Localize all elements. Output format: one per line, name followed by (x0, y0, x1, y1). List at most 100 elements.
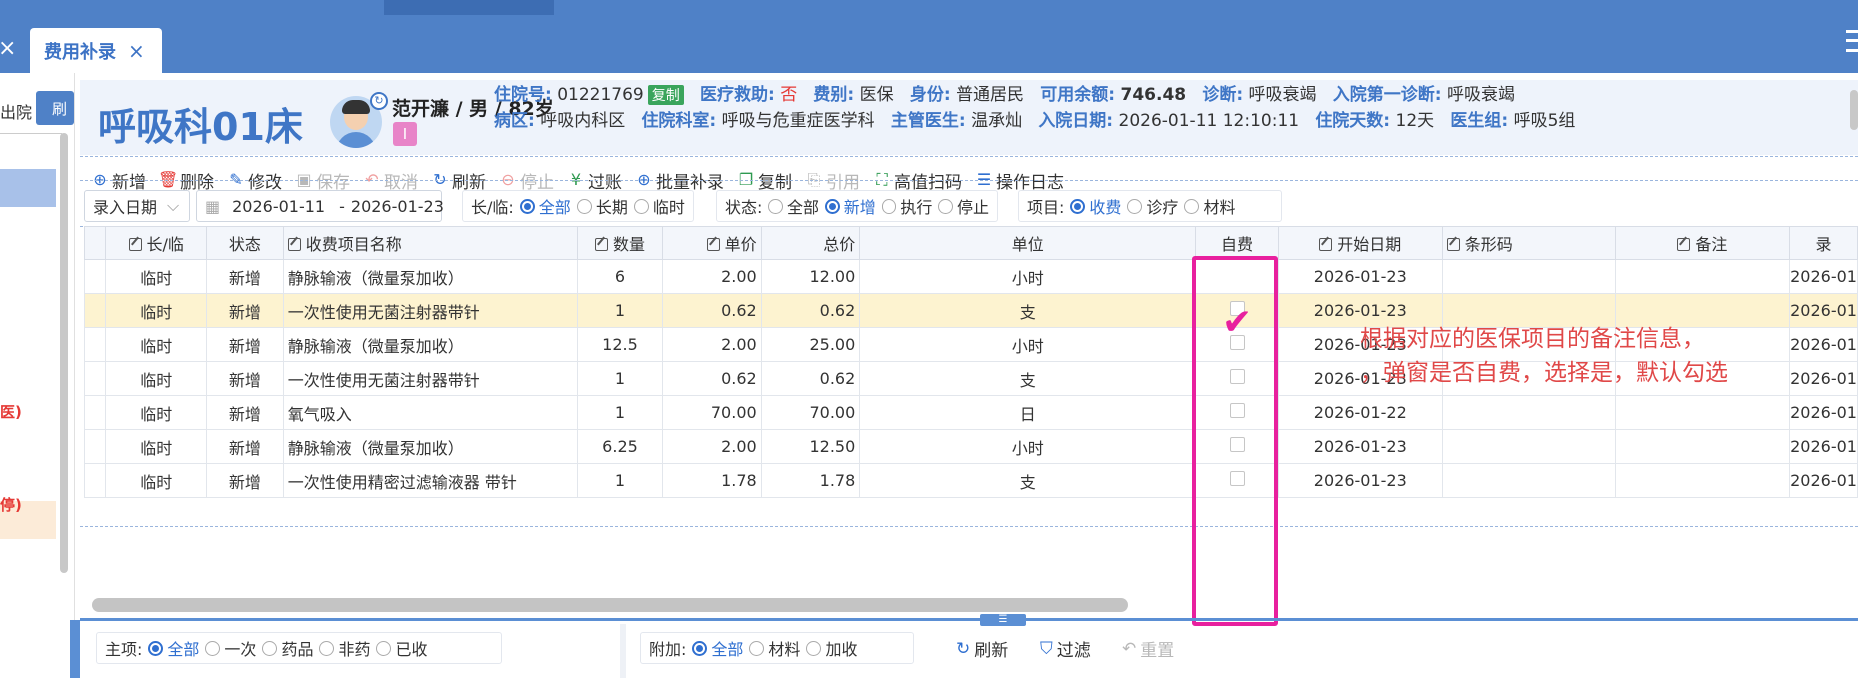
cell-remark[interactable] (1614, 463, 1791, 498)
left-scrollbar[interactable] (60, 133, 68, 573)
radio-main-all[interactable] (148, 640, 164, 656)
header-entry-date[interactable]: 录 (1789, 226, 1858, 260)
date-type-select[interactable]: 录入日期 ⌵ (84, 190, 190, 222)
cell-total[interactable]: 1.78 (760, 463, 861, 498)
cell-unit-price[interactable]: 0.62 (661, 361, 762, 396)
cell-unit-price[interactable]: 2.00 (661, 429, 762, 464)
radio-long[interactable] (576, 198, 592, 214)
cell-qty[interactable]: 6 (577, 259, 663, 294)
radio-item-charge[interactable] (1070, 198, 1086, 214)
cell-unit-price[interactable]: 70.00 (661, 395, 762, 430)
cell-start-date[interactable]: 2026-01-23 (1277, 259, 1443, 294)
cell-status[interactable]: 新增 (206, 259, 284, 294)
filter-button[interactable]: ⛉ 过滤 (1040, 636, 1091, 662)
date-range-input[interactable]: ▦ 2026-01-11 - 2026-01-23 (196, 190, 444, 222)
table-row[interactable]: 临时 新增 静脉输液（微量泵加收） 6 2.00 12.00 小时 2026-01-23 202… (84, 259, 1858, 294)
cell-unit-price[interactable]: 2.00 (661, 259, 762, 294)
radio-status-stop[interactable] (938, 198, 953, 214)
cell-barcode[interactable] (1441, 429, 1616, 464)
cell-entry-date[interactable]: 2026-01 (1789, 395, 1858, 430)
horizontal-scrollbar[interactable] (92, 598, 1128, 612)
cell-unit[interactable]: 日 (859, 395, 1197, 430)
radio-status-exec[interactable] (881, 198, 897, 214)
radio-extra-material[interactable] (749, 640, 765, 656)
cell-entry-date[interactable]: 2026-01 (1789, 259, 1858, 294)
header-start-date[interactable]: 开始日期 (1277, 226, 1443, 260)
row-select-cell[interactable] (84, 361, 107, 396)
cell-item-name[interactable]: 静脉输液（微量泵加收） (282, 429, 579, 464)
cell-status[interactable]: 新增 (206, 463, 284, 498)
row-select-cell[interactable] (84, 463, 107, 498)
cell-total[interactable]: 25.00 (760, 327, 861, 362)
left-grip-handle[interactable] (70, 620, 80, 678)
bottom-refresh-button[interactable]: ↻ 刷新 (956, 636, 1008, 662)
radio-extra-all[interactable] (692, 640, 708, 656)
cell-status[interactable]: 新增 (206, 429, 284, 464)
cell-unit[interactable]: 支 (859, 463, 1197, 498)
reset-button[interactable]: ↶ 重置 (1122, 636, 1174, 662)
header-checkbox-col[interactable] (84, 226, 107, 260)
cell-start-date[interactable]: 2026-01-23 (1277, 463, 1443, 498)
cell-qty[interactable]: 6.25 (577, 429, 663, 464)
cell-entry-date[interactable]: 2026-01 (1789, 429, 1858, 464)
cell-total[interactable]: 70.00 (760, 395, 861, 430)
selected-patient-item[interactable] (0, 169, 56, 207)
cell-entry-date[interactable]: 2026-01 (1789, 327, 1858, 362)
cell-entry-date[interactable]: 2026-01 (1789, 293, 1858, 328)
cell-unit[interactable]: 小时 (859, 327, 1197, 362)
radio-main-charged[interactable] (376, 640, 392, 656)
cell-long-temp[interactable]: 临时 (105, 259, 208, 294)
cell-qty[interactable]: 1 (577, 361, 663, 396)
radio-status-new[interactable] (825, 198, 840, 214)
cell-item-name[interactable]: 一次性使用无菌注射器带针 (282, 361, 579, 396)
tab-close-icon[interactable]: × (128, 39, 145, 63)
menu-icon[interactable] (1846, 30, 1858, 52)
cell-unit[interactable]: 支 (859, 293, 1197, 328)
cell-unit[interactable]: 支 (859, 361, 1197, 396)
header-qty[interactable]: 数量 (577, 226, 663, 260)
row-select-cell[interactable] (84, 293, 107, 328)
radio-main-nondrug[interactable] (319, 640, 335, 656)
cell-unit-price[interactable]: 2.00 (661, 327, 762, 362)
header-remark[interactable]: 备注 (1614, 226, 1791, 260)
header-long-temp[interactable]: 长/临 (105, 226, 208, 260)
cell-status[interactable]: 新增 (206, 361, 284, 396)
cell-entry-date[interactable]: 2026-01 (1789, 463, 1858, 498)
cell-item-name[interactable]: 氧气吸入 (282, 395, 579, 430)
cell-item-name[interactable]: 一次性使用无菌注射器带针 (282, 293, 579, 328)
cell-total[interactable]: 0.62 (760, 293, 861, 328)
cell-status[interactable]: 新增 (206, 395, 284, 430)
cell-remark[interactable] (1614, 395, 1791, 430)
cell-remark[interactable] (1614, 429, 1791, 464)
cell-qty[interactable]: 1 (577, 293, 663, 328)
cell-item-name[interactable]: 静脉输液（微量泵加收） (282, 327, 579, 362)
cell-long-temp[interactable]: 临时 (105, 361, 208, 396)
cell-remark[interactable] (1614, 259, 1791, 294)
cell-long-temp[interactable]: 临时 (105, 395, 208, 430)
header-status[interactable]: 状态 (206, 226, 284, 260)
radio-item-treatment[interactable] (1127, 198, 1143, 214)
cell-long-temp[interactable]: 临时 (105, 293, 208, 328)
cell-total[interactable]: 12.00 (760, 259, 861, 294)
row-select-cell[interactable] (84, 429, 107, 464)
tab-fee-supplement[interactable]: 费用补录 × (30, 28, 162, 73)
table-row[interactable]: 临时 新增 静脉输液（微量泵加收） 6.25 2.00 12.50 小时 2026-01-23… (84, 429, 1858, 464)
cell-long-temp[interactable]: 临时 (105, 429, 208, 464)
avatar-refresh-icon[interactable]: ↻ (370, 92, 388, 110)
row-select-cell[interactable] (84, 327, 107, 362)
cell-unit-price[interactable]: 1.78 (661, 463, 762, 498)
cell-item-name[interactable]: 静脉输液（微量泵加收） (282, 259, 579, 294)
cell-long-temp[interactable]: 临时 (105, 463, 208, 498)
cell-barcode[interactable] (1441, 259, 1616, 294)
radio-item-material[interactable] (1184, 198, 1200, 214)
panel-splitter[interactable] (80, 618, 1858, 621)
cell-qty[interactable]: 1 (577, 395, 663, 430)
header-unit-price[interactable]: 单价 (661, 226, 762, 260)
cell-total[interactable]: 0.62 (760, 361, 861, 396)
radio-temp[interactable] (633, 198, 649, 214)
header-unit[interactable]: 单位 (859, 226, 1197, 260)
cell-qty[interactable]: 12.5 (577, 327, 663, 362)
header-barcode[interactable]: 条形码 (1441, 226, 1616, 260)
cell-start-date[interactable]: 2026-01-23 (1277, 429, 1443, 464)
header-total[interactable]: 总价 (760, 226, 861, 260)
